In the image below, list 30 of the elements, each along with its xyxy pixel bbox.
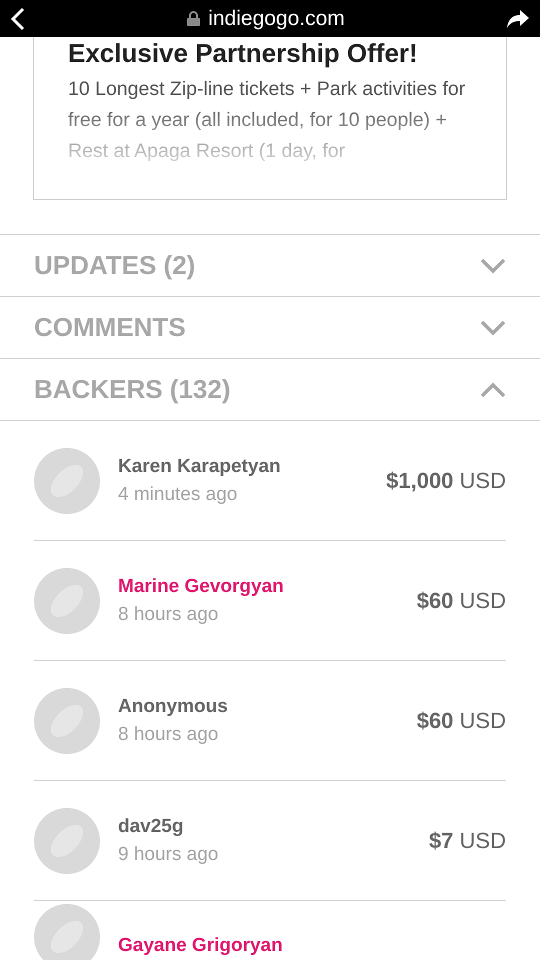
section-header[interactable]: BACKERS (132) — [0, 359, 540, 421]
contribution-amount: $60 USD — [416, 708, 506, 734]
back-button[interactable] — [10, 6, 26, 30]
chevron-down-icon — [480, 258, 506, 274]
perk-title: Exclusive Partnership Offer! — [68, 38, 419, 68]
backer-name: Anonymous — [118, 696, 229, 718]
chevron-up-icon — [480, 382, 506, 398]
backer-name-link[interactable]: Gayane Grigoryan — [118, 935, 506, 957]
backer-name: Karen Karapetyan — [118, 456, 282, 478]
lock-icon — [187, 11, 200, 26]
avatar-icon — [34, 448, 100, 514]
backer-time: 9 hours ago — [118, 844, 220, 866]
perk-description: 10 Longest Zip-line tickets + Park activities for free for a year (all included, for 10 people) + Rest at Apaga Resort (1 day, for — [68, 77, 466, 164]
contribution-amount: $7 USD — [428, 828, 506, 854]
avatar-icon — [34, 688, 100, 754]
page-domain: indiegogo.com — [208, 6, 345, 30]
backer-time: 4 minutes ago — [118, 484, 238, 506]
chevron-down-icon — [480, 320, 506, 336]
avatar-icon — [34, 568, 100, 634]
contribution-amount: $1,000 USD — [386, 468, 506, 494]
section-header[interactable]: COMMENTS — [0, 297, 540, 359]
avatar-icon — [34, 808, 100, 874]
backer-name-link[interactable]: Marine Gevorgyan — [118, 576, 399, 598]
backer-time: 8 hours ago — [118, 724, 220, 746]
avatar-icon — [34, 904, 100, 960]
backer-time: 8 hours ago — [118, 604, 220, 626]
contribution-amount: $60 USD — [416, 588, 506, 614]
backer-name: dav25g — [118, 816, 184, 838]
share-button[interactable] — [506, 8, 530, 28]
section-header[interactable]: UPDATES (2) — [0, 235, 540, 297]
